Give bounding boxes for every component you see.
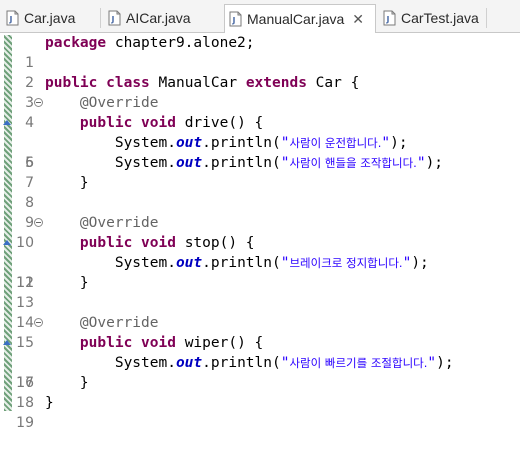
code-line: 17 System.out.println("사람이 빠르기를 조절합니다.")… [0,353,520,391]
keyword: class [106,75,150,91]
code-editor[interactable]: 1 package chapter9.alone2; 2 3 public cl… [0,33,520,431]
tab-cartest-java[interactable]: J CarTest.java [383,4,479,32]
static-field: out [175,155,203,171]
tab-separator [486,8,487,28]
code-line: 2 [0,53,520,91]
static-field: out [175,135,203,151]
string-literal: 브레이크로 정지합니다. [289,256,403,270]
static-field: out [175,255,203,271]
code-token: ); [425,155,444,171]
code-line: 7 System.out.println("사람이 핸들을 조작합니다."); [0,153,520,191]
fold-toggle-icon[interactable] [34,218,43,227]
code-line: 15 @Override [0,313,520,351]
code-line: 9 [0,193,520,231]
svg-text:J: J [232,16,236,25]
code-token: ); [411,255,429,271]
package-name: chapter9.alone2; [106,35,255,51]
code-line: 10 @Override [0,213,520,251]
annotation: @Override [79,315,159,331]
java-file-icon: J [383,10,396,26]
string-literal: 사람이 빠르기를 조절합니다. [289,356,428,370]
code-line: 11 public void stop() { [0,233,520,291]
code-token: .println( [202,135,281,151]
keyword: void [141,335,176,351]
code-line: 6 System.out.println("사람이 운전합니다."); [0,133,520,171]
code-token: System. [114,155,176,171]
svg-text:J: J [111,15,115,24]
code-token: System. [114,135,176,151]
code-line: 1 package chapter9.alone2; [0,33,520,71]
code-token: .println( [202,155,281,171]
code-line: 3 public class ManualCar extends Car { [0,73,520,111]
annotation: @Override [79,215,159,231]
keyword: public [79,115,133,131]
override-marker-icon[interactable] [3,120,11,125]
string-literal: 사람이 핸들을 조작합니다. [289,156,417,170]
code-token: System. [114,255,176,271]
keyword: public [79,335,133,351]
closing-brace: } [79,375,89,391]
tab-label: CarTest.java [401,10,479,26]
code-line: 16 public void wiper() { [0,333,520,391]
class-name: ManualCar [149,75,246,91]
annotation: @Override [79,95,159,111]
tab-car-java[interactable]: J Car.java [6,4,75,32]
tab-label: Car.java [24,10,76,26]
code-line: 5 public void drive() { [0,113,520,171]
code-line: 18 } [0,373,520,411]
tab-manualcar-java[interactable]: J ManualCar.java ✕ [224,4,376,33]
override-marker-icon[interactable] [3,340,11,345]
keyword: public [79,235,133,251]
code-token: .println( [202,355,281,371]
code-token: ); [390,135,408,151]
code-token: ); [436,355,454,371]
string-quote: " [381,135,391,151]
closing-brace: } [45,395,54,411]
keyword: void [141,235,176,251]
code-line: 4 @Override [0,93,520,131]
method-signature: stop() { [175,235,255,251]
keyword: package [45,35,107,51]
close-tab-icon[interactable]: ✕ [352,11,364,28]
code-line: 13 } [0,273,520,311]
code-line: 19 } [0,393,520,431]
string-literal: 사람이 운전합니다. [289,136,382,150]
java-file-icon: J [229,11,242,27]
closing-brace: } [79,175,89,191]
java-file-icon: J [108,10,121,26]
tab-label: AICar.java [126,10,191,26]
line-number: 19 [16,415,34,431]
fold-toggle-icon[interactable] [34,98,43,107]
override-marker-icon[interactable] [3,240,11,245]
svg-text:J: J [386,15,390,24]
tab-label: ManualCar.java [247,11,345,27]
string-quote: " [416,155,426,171]
code-token: System. [114,355,176,371]
code-line: 8 } [0,173,520,211]
editor-tab-bar: J Car.java J AICar.java J ManualCar.java… [0,0,520,33]
tab-aicar-java[interactable]: J AICar.java [108,4,191,32]
svg-text:J: J [9,15,13,24]
keyword: void [141,115,176,131]
code-line: 12 System.out.println("브레이크로 정지합니다."); [0,253,520,291]
parent-class: Car { [306,75,360,91]
code-line: 14 [0,293,520,331]
static-field: out [175,355,203,371]
keyword: extends [245,75,307,91]
method-signature: wiper() { [175,335,264,351]
method-signature: drive() { [175,115,264,131]
keyword: public [45,75,98,91]
string-quote: " [427,355,437,371]
fold-toggle-icon[interactable] [34,318,43,327]
code-token: .println( [202,255,281,271]
closing-brace: } [79,275,89,291]
java-file-icon: J [6,10,19,26]
tab-separator [100,8,101,28]
